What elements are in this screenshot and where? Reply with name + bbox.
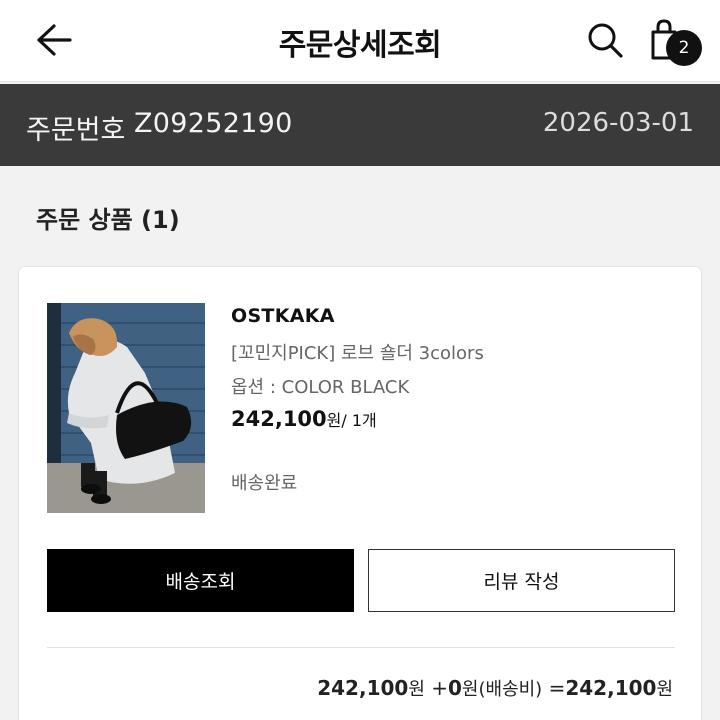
product-name[interactable]: [꼬민지PICK] 로브 숄더 3colors bbox=[231, 339, 484, 365]
divider bbox=[47, 647, 675, 648]
delivery-status: 배송완료 bbox=[231, 473, 298, 494]
product-brand[interactable]: OSTKAKA bbox=[231, 305, 335, 327]
app-header: 주문상세조회 2 bbox=[0, 0, 720, 82]
product-price: 242,100 bbox=[231, 407, 327, 431]
summary-total-amount: 242,100 bbox=[565, 676, 657, 700]
price-summary: 242,100원 +0원(배송비) =242,100원 bbox=[317, 675, 673, 701]
product-card: OSTKAKA [꼬민지PICK] 로브 숄더 3colors 옵션 : COL… bbox=[18, 266, 702, 720]
cart-count-badge: 2 bbox=[666, 30, 702, 66]
summary-shipping-unit: 원(배송비) bbox=[461, 679, 543, 700]
summary-equals: = bbox=[542, 676, 566, 700]
summary-shipping-amount: 0 bbox=[448, 676, 462, 700]
write-review-button[interactable]: 리뷰 작성 bbox=[368, 549, 675, 612]
price-row: 242,100원/ 1개 bbox=[231, 407, 377, 431]
order-number-label: 주문번호 bbox=[26, 115, 126, 146]
price-unit: 원 bbox=[326, 411, 342, 430]
summary-item-amount: 242,100 bbox=[317, 676, 409, 700]
summary-total-unit: 원 bbox=[656, 679, 673, 700]
order-date: 2026-03-01 bbox=[542, 108, 694, 138]
order-info-bar: 주문번호 Z09252190 2026-03-01 bbox=[0, 84, 720, 166]
product-quantity: / 1개 bbox=[341, 411, 377, 430]
section-item-count: (1) bbox=[141, 206, 180, 234]
product-thumbnail[interactable] bbox=[47, 303, 205, 513]
product-option: 옵션 : COLOR BLACK bbox=[231, 377, 410, 398]
track-delivery-button[interactable]: 배송조회 bbox=[47, 549, 354, 612]
order-number: Z09252190 bbox=[134, 108, 293, 139]
section-title: 주문 상품 (1) bbox=[36, 200, 180, 235]
section-title-label: 주문 상품 bbox=[36, 206, 133, 234]
summary-item-unit: 원 bbox=[408, 679, 425, 700]
search-icon[interactable] bbox=[585, 20, 625, 60]
summary-plus: + bbox=[424, 676, 448, 700]
